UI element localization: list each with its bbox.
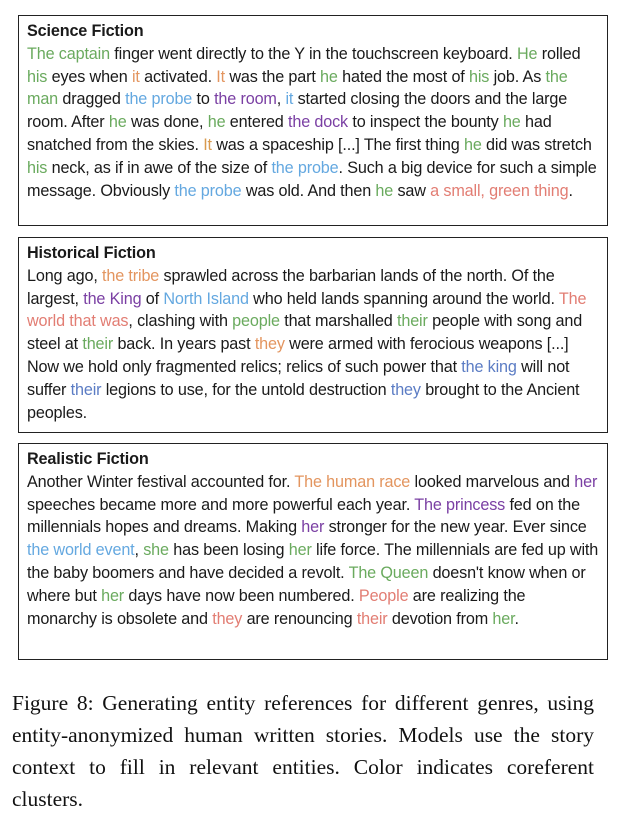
entity-mention: they <box>254 335 285 354</box>
entity-mention: the room <box>214 90 277 109</box>
entity-mention: he <box>320 67 338 86</box>
panel-title: Historical Fiction <box>27 244 156 262</box>
entity-mention: the probe <box>125 90 193 109</box>
entity-mention: it <box>285 90 294 109</box>
entity-mention: a small, green thing <box>430 181 569 200</box>
entity-mention: her <box>492 609 515 628</box>
entity-mention: the probe <box>271 158 339 177</box>
entity-mention: it <box>131 67 140 86</box>
entity-mention: He <box>516 44 538 63</box>
entity-mention: he <box>502 113 521 132</box>
entity-mention: her <box>101 586 125 605</box>
entity-mention: the world event <box>27 541 135 560</box>
entity-mention: the dock <box>288 113 348 132</box>
entity-mention: his <box>469 67 490 86</box>
entity-mention: their <box>82 335 114 354</box>
entity-mention: he <box>375 181 394 200</box>
entity-mention: the probe <box>174 181 242 200</box>
entity-mention: the King <box>83 289 142 308</box>
entity-mention: she <box>143 541 169 560</box>
entity-mention: The princess <box>414 495 506 514</box>
panel-historical-fiction: Historical Fiction Long ago, the tribe s… <box>18 237 608 433</box>
entity-mention: her <box>301 518 325 537</box>
entity-mention: her <box>574 472 598 491</box>
entity-mention: It <box>216 67 225 86</box>
entity-mention: people <box>232 312 280 331</box>
entity-mention: People <box>358 586 409 605</box>
panel-realistic-fiction: Realistic Fiction Another Winter festiva… <box>18 443 608 660</box>
entity-mention: her <box>288 541 312 560</box>
entity-mention: their <box>397 312 428 331</box>
story-text: The captain finger went directly to the … <box>27 44 597 200</box>
entity-mention: he <box>207 113 226 132</box>
entity-mention: It <box>203 135 212 154</box>
entity-mention: his <box>27 158 48 177</box>
entity-mention: his <box>27 67 48 86</box>
entity-mention: he <box>108 113 127 132</box>
entity-mention: The Queen <box>348 563 429 582</box>
figure-caption: Figure 8: Generating entity references f… <box>12 691 594 811</box>
story-text: Long ago, the tribe sprawled across the … <box>27 266 587 422</box>
entity-mention: the king <box>461 357 517 376</box>
entity-mention: their <box>356 609 388 628</box>
entity-mention: he <box>463 135 482 154</box>
panel-science-fiction: Science Fiction The captain finger went … <box>18 15 608 226</box>
entity-mention: The human race <box>294 472 411 491</box>
entity-mention: The captain <box>27 44 110 63</box>
panel-title: Realistic Fiction <box>27 450 149 468</box>
entity-mention: the tribe <box>102 266 160 285</box>
entity-mention: North Island <box>163 289 249 308</box>
entity-mention: they <box>212 609 243 628</box>
entity-mention: their <box>70 380 102 399</box>
panel-title: Science Fiction <box>27 22 144 40</box>
story-text: Another Winter festival accounted for. T… <box>27 472 599 628</box>
entity-mention: they <box>390 380 421 399</box>
